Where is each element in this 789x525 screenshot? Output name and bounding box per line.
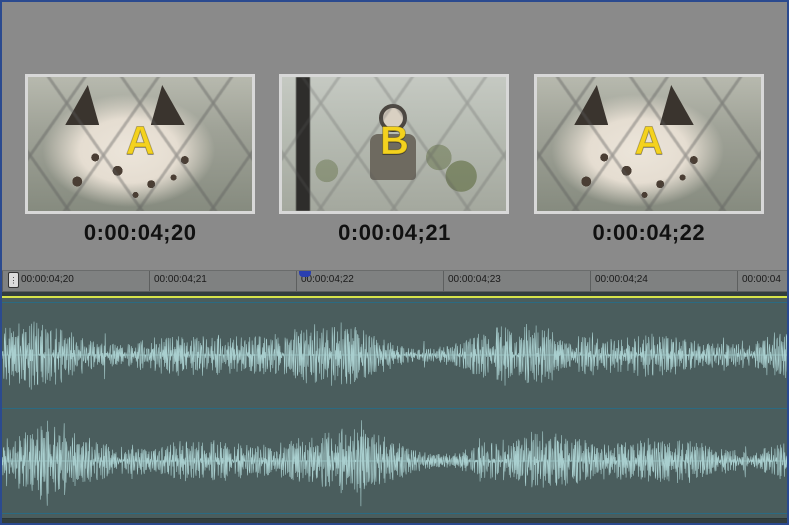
frame-column-2: A 0:00:04;22 <box>531 74 767 246</box>
ruler-tick-label: 00:00:04 <box>742 274 781 285</box>
playhead-grip-icon: ⋮ <box>10 276 18 285</box>
ruler-tick-label: 00:00:04;23 <box>448 274 501 285</box>
frame-timecode-label: 0:00:04;22 <box>593 220 706 246</box>
clip-overlay-label: A <box>634 119 663 164</box>
ruler-tick[interactable]: 00:00:04;21 <box>149 271 296 291</box>
time-ruler[interactable]: ⋮ 00:00:04;20 00:00:04;21 00:00:04;22 00… <box>2 270 787 292</box>
frame-thumbnail-1[interactable]: B <box>279 74 509 214</box>
video-editor-panel: A 0:00:04;20 B 0:00:04;21 <box>2 2 787 523</box>
timeline-panel: ⋮ 00:00:04;20 00:00:04;21 00:00:04;22 00… <box>2 270 787 523</box>
waveform-channel-2 <box>2 410 787 512</box>
ruler-tick-label: 00:00:04;24 <box>595 274 648 285</box>
ruler-tick-label: 00:00:04;21 <box>154 274 207 285</box>
audio-clip[interactable] <box>2 296 787 519</box>
frame-column-1: B 0:00:04;21 <box>276 74 512 246</box>
frame-column-0: A 0:00:04;20 <box>22 74 258 246</box>
current-time-indicator[interactable] <box>299 271 311 277</box>
ruler-tick[interactable]: 00:00:04;24 <box>590 271 737 291</box>
waveform-channel-1 <box>2 304 787 406</box>
clip-overlay-label: B <box>380 119 409 164</box>
clip-overlay-label: A <box>126 119 155 164</box>
ruler-tick[interactable]: 00:00:04;20 <box>2 271 149 291</box>
audio-tracks[interactable] <box>2 292 787 523</box>
frame-thumbnail-0[interactable]: A <box>25 74 255 214</box>
ruler-tick[interactable]: 00:00:04;22 <box>296 271 443 291</box>
frame-thumbnail-2[interactable]: A <box>534 74 764 214</box>
frame-timecode-label: 0:00:04;20 <box>84 220 197 246</box>
playhead-handle[interactable]: ⋮ <box>8 272 19 288</box>
frame-timecode-label: 0:00:04;21 <box>338 220 451 246</box>
ruler-tick[interactable]: 00:00:04 <box>737 271 787 291</box>
ruler-tick[interactable]: 00:00:04;23 <box>443 271 590 291</box>
frame-thumbnails-row: A 0:00:04;20 B 0:00:04;21 <box>2 2 787 270</box>
